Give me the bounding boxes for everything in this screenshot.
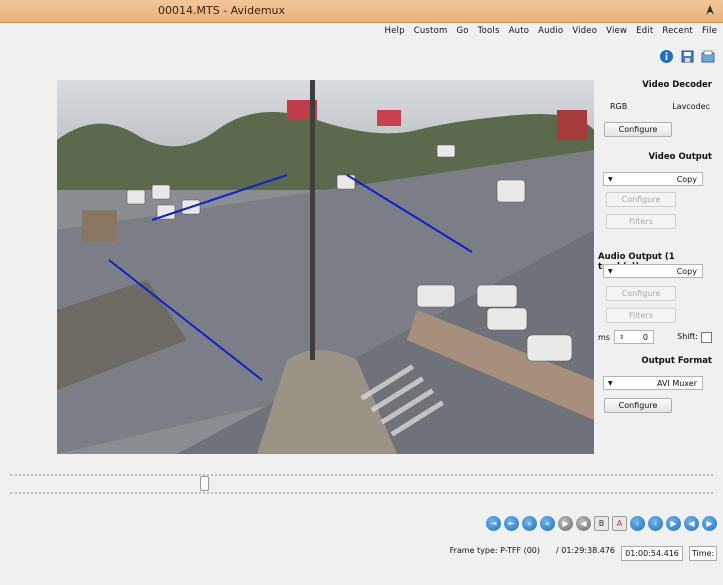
- goto-marker-a-button[interactable]: ⇤: [504, 516, 519, 531]
- video-preview[interactable]: [57, 80, 594, 454]
- set-marker-a-button[interactable]: A: [612, 516, 627, 531]
- prev-frame-button[interactable]: ‹: [648, 516, 663, 531]
- next-black-button[interactable]: ▶: [558, 516, 573, 531]
- next-black-icon: ▶: [562, 518, 569, 528]
- shift-unit: ms: [598, 333, 610, 342]
- last-frame-icon: »: [527, 518, 532, 528]
- first-frame-icon: «: [545, 518, 550, 528]
- next-frame-button[interactable]: ›: [630, 516, 645, 531]
- audio-output-configure-button[interactable]: Configure: [606, 286, 676, 301]
- total-time: / 01:29:38.476: [556, 546, 615, 555]
- rgb-label: RGB: [610, 102, 628, 111]
- time-label: Time:: [689, 546, 717, 561]
- settings-panel: Video Decoder Lavcodec RGB Configure Vid…: [598, 80, 716, 425]
- shift-value: 0: [642, 332, 648, 342]
- forward-icon: ▶: [670, 518, 677, 528]
- last-frame-button[interactable]: »: [522, 516, 537, 531]
- title-bar: 00014.MTS - Avidemux: [0, 0, 723, 23]
- play-icon: ▶: [706, 518, 713, 528]
- menu-tools[interactable]: Tools: [478, 26, 500, 36]
- play-button[interactable]: ▶: [702, 516, 717, 531]
- menu-video[interactable]: Video: [572, 26, 597, 36]
- timeline-ticks-bottom: [10, 492, 713, 495]
- menu-help[interactable]: Help: [385, 26, 405, 36]
- timeline-thumb[interactable]: [200, 476, 209, 491]
- video-output-heading: Video Output: [648, 152, 712, 162]
- main-toolbar: [658, 48, 717, 65]
- menu-go[interactable]: Go: [456, 26, 468, 36]
- video-filters-button[interactable]: Filters: [606, 214, 676, 229]
- marker-a-icon: A: [616, 518, 623, 528]
- chevron-down-icon: ▼: [608, 175, 613, 183]
- spin-arrows-icon: ⇕: [619, 333, 625, 341]
- prev-frame-icon: ‹: [653, 518, 658, 528]
- current-time-field[interactable]: 01:00:54.416: [621, 546, 683, 561]
- prev-black-icon: ◀: [580, 518, 587, 528]
- frame-type: Frame type: P-TFF (00): [449, 546, 540, 555]
- video-output-value: Copy: [676, 174, 697, 184]
- menu-edit[interactable]: Edit: [636, 26, 653, 36]
- menu-view[interactable]: View: [606, 26, 627, 36]
- goto-marker-b-button[interactable]: ⇥: [486, 516, 501, 531]
- shift-spinbox[interactable]: 0 ⇕: [614, 330, 654, 344]
- output-format-configure-button[interactable]: Configure: [604, 398, 672, 413]
- output-format-heading: Output Format: [641, 356, 712, 366]
- first-frame-button[interactable]: «: [540, 516, 555, 531]
- audio-output-value: Copy: [676, 266, 697, 276]
- video-output-configure-button[interactable]: Configure: [606, 192, 676, 207]
- prev-black-button[interactable]: ◀: [576, 516, 591, 531]
- video-decoder-heading: Video Decoder: [642, 80, 712, 90]
- goto-marker-a-icon: ⇤: [508, 518, 515, 528]
- lavcodec-label: Lavcodec: [672, 102, 710, 111]
- status-bar: Time: 01:00:54.416 / 01:29:38.476 Frame …: [0, 542, 723, 566]
- timeline-ticks-top: [10, 474, 713, 477]
- save-icon: [681, 50, 694, 63]
- forward-button[interactable]: ▶: [666, 516, 681, 531]
- window-title: 00014.MTS - Avidemux: [158, 4, 286, 17]
- menu-custom[interactable]: Custom: [414, 26, 448, 36]
- rewind-icon: ◀: [688, 518, 695, 528]
- video-frame-image: [57, 80, 594, 454]
- set-marker-b-button[interactable]: B: [594, 516, 609, 531]
- marker-b-icon: B: [598, 518, 605, 528]
- menu-bar: File Recent Edit View Video Audio Auto T…: [0, 24, 723, 40]
- shift-checkbox[interactable]: [701, 332, 712, 343]
- output-format-value: AVI Muxer: [656, 378, 697, 388]
- audio-output-select[interactable]: Copy ▼: [603, 264, 703, 278]
- video-decoder-configure-button[interactable]: Configure: [604, 122, 672, 137]
- open-icon: [701, 50, 715, 63]
- menu-auto[interactable]: Auto: [509, 26, 530, 36]
- chevron-down-icon: ▼: [608, 379, 613, 387]
- chevron-down-icon: ▼: [608, 267, 613, 275]
- goto-marker-b-icon: ⇥: [490, 518, 497, 528]
- open-button[interactable]: [700, 48, 717, 65]
- audio-filters-button[interactable]: Filters: [606, 308, 676, 323]
- video-output-select[interactable]: Copy ▼: [603, 172, 703, 186]
- timeline-slider[interactable]: [10, 470, 713, 498]
- menu-file[interactable]: File: [702, 26, 717, 36]
- info-icon: [660, 50, 673, 63]
- save-button[interactable]: [679, 48, 696, 65]
- info-button[interactable]: [658, 48, 675, 65]
- output-format-select[interactable]: AVI Muxer ▼: [603, 376, 703, 390]
- rewind-button[interactable]: ◀: [684, 516, 699, 531]
- shift-label: Shift:: [677, 332, 698, 341]
- playback-controls: ▶ ◀ ▶ ‹ › A B ◀ ▶ « » ⇤ ⇥: [486, 516, 717, 531]
- menu-audio[interactable]: Audio: [538, 26, 563, 36]
- avidemux-logo-icon: [706, 5, 714, 15]
- menu-recent[interactable]: Recent: [662, 26, 693, 36]
- next-frame-icon: ›: [635, 518, 640, 528]
